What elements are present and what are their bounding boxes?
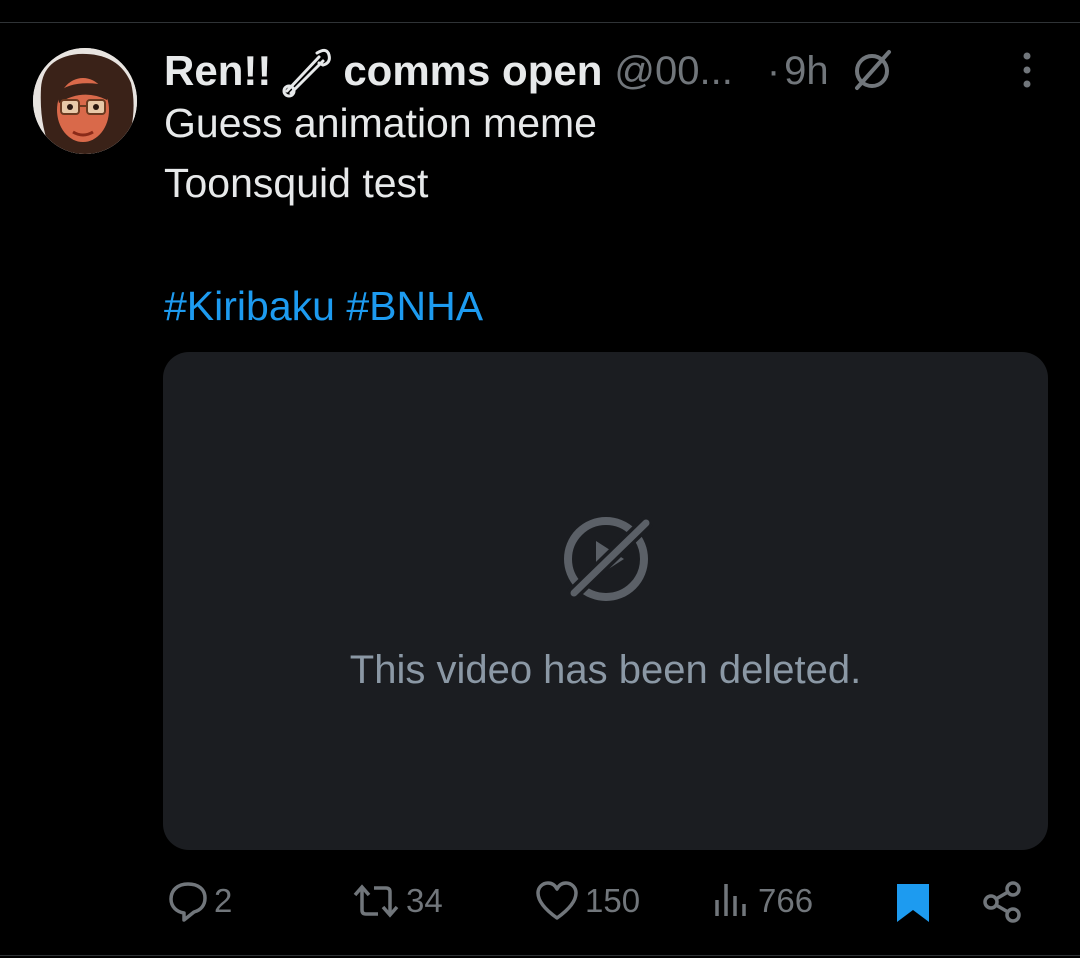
tweet-header: Ren!! comms open @00... · 9h: [164, 43, 1064, 99]
reply-icon: [169, 882, 207, 922]
deleted-video-card: This video has been deleted.: [163, 352, 1048, 850]
avatar-image: [33, 48, 137, 154]
retweet-button[interactable]: 34: [352, 878, 443, 924]
reply-count: 2: [214, 882, 233, 919]
views-chart-icon: [715, 884, 746, 916]
video-unavailable-icon: [558, 507, 658, 607]
hashtag-link[interactable]: #Kiribaku: [164, 283, 335, 329]
hashtags: #Kiribaku #BNHA: [164, 283, 483, 330]
share-button[interactable]: [982, 880, 1024, 924]
views-button[interactable]: 766: [712, 878, 813, 924]
like-count: 150: [585, 882, 641, 919]
heart-icon: [536, 881, 578, 920]
reply-button[interactable]: 2: [168, 878, 232, 924]
more-options-icon[interactable]: [1012, 48, 1042, 92]
display-name[interactable]: Ren!!: [164, 47, 271, 95]
safety-pin-icon: [279, 43, 335, 99]
view-count: 766: [758, 882, 814, 919]
circle-slash-icon: [849, 48, 895, 94]
timestamp[interactable]: 9h: [784, 49, 829, 94]
bookmark-button[interactable]: [895, 882, 931, 924]
user-handle[interactable]: @00...: [614, 49, 732, 94]
bottom-divider: [0, 955, 1080, 956]
retweet-count: 34: [406, 882, 443, 919]
bookmark-icon: [897, 884, 929, 922]
tweet-text-line: Guess animation meme: [164, 100, 597, 146]
share-icon: [983, 881, 1021, 923]
deleted-video-message: This video has been deleted.: [349, 648, 862, 692]
retweet-icon: [353, 884, 399, 918]
avatar[interactable]: [33, 48, 137, 154]
like-button[interactable]: 150: [535, 878, 640, 924]
action-bar: 2 34 150 766: [0, 878, 1080, 930]
separator-dot: ·: [766, 48, 781, 93]
top-divider: [0, 22, 1080, 23]
display-name-suffix[interactable]: comms open: [343, 47, 602, 95]
hashtag-link[interactable]: #BNHA: [346, 283, 483, 329]
tweet-text-line: Toonsquid test: [164, 160, 429, 206]
